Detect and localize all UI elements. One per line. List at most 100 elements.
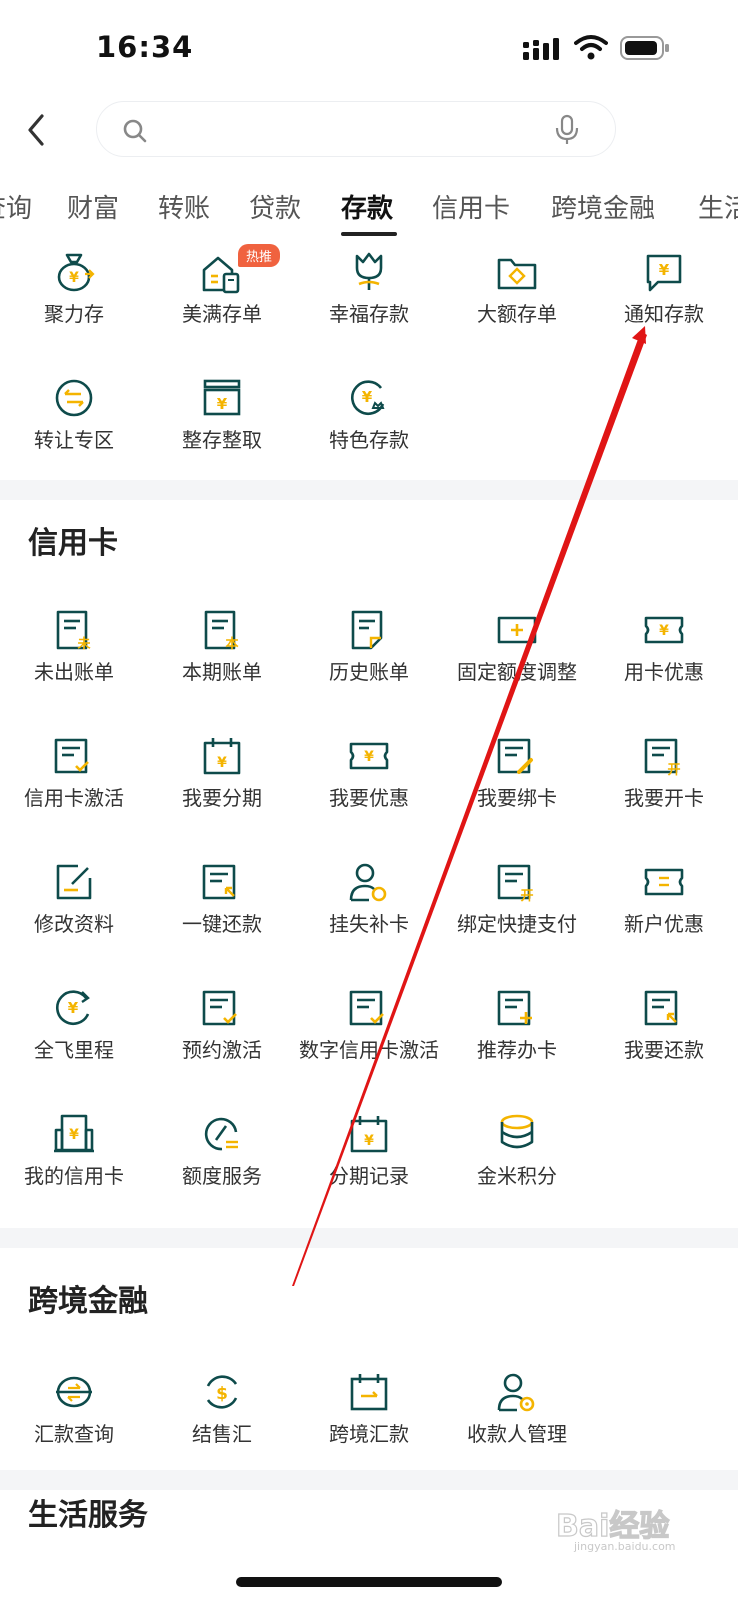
- crossborder-item-remit-query[interactable]: 汇款查询: [0, 1370, 148, 1480]
- calendar-yuan-icon: ¥: [203, 738, 241, 775]
- deposit-item-meiman[interactable]: 热推 美满存单: [148, 244, 296, 360]
- deposit-item-xingfu[interactable]: 幸福存款: [295, 250, 443, 360]
- calendar-yuan-icon: ¥: [350, 1116, 388, 1153]
- tab-life[interactable]: 生活: [698, 188, 738, 225]
- credit-item-23[interactable]: 金米积分: [443, 1112, 591, 1222]
- tab-active-indicator: [341, 232, 397, 236]
- credit-item-3[interactable]: 固定额度调整: [443, 608, 591, 718]
- credit-item-10[interactable]: 修改资料: [0, 860, 148, 970]
- credit-item-21[interactable]: 额度服务: [148, 1112, 296, 1222]
- credit-item-4[interactable]: ¥ 用卡优惠: [590, 608, 738, 718]
- credit-item-6[interactable]: ¥ 我要分期: [148, 734, 296, 844]
- card-open-icon: 开: [644, 738, 681, 778]
- crossborder-item-remit[interactable]: 跨境汇款: [295, 1370, 443, 1480]
- card-plus-icon: [497, 616, 537, 644]
- credit-item-13[interactable]: 开绑定快捷支付: [443, 860, 591, 970]
- credit-item-20[interactable]: ¥ 我的信用卡: [0, 1112, 148, 1222]
- svg-text:未: 未: [76, 636, 91, 652]
- tab-wealth[interactable]: 财富: [67, 188, 119, 225]
- tab-transfer[interactable]: 转账: [158, 188, 210, 225]
- home-indicator[interactable]: [236, 1577, 502, 1587]
- folder-icon: [497, 258, 537, 290]
- tab-loan[interactable]: 贷款: [249, 188, 301, 225]
- deposit-item-tongzhi[interactable]: ¥ 通知存款: [590, 250, 738, 360]
- credit-item-15[interactable]: ¥ 全飞里程: [0, 986, 148, 1096]
- crossborder-item-fx[interactable]: $ 结售汇: [148, 1370, 296, 1480]
- svg-text:开: 开: [520, 889, 533, 904]
- deposit-item-zhuanrang[interactable]: 转让专区: [0, 376, 148, 486]
- hot-badge: 热推: [238, 244, 281, 267]
- svg-text:¥: ¥: [659, 623, 669, 639]
- category-tab-bar: 查询 财富 转账 贷款 存款 信用卡 跨境金融 生活: [0, 176, 738, 248]
- wifi-icon: [574, 35, 608, 60]
- building-yuan-icon: ¥: [54, 1114, 94, 1153]
- deposit-item-dae[interactable]: 大额存单: [443, 250, 591, 360]
- deposit-item-tese[interactable]: ¥ 特色存款: [295, 376, 443, 486]
- history-doc-icon: [351, 610, 383, 650]
- gauge-icon: [204, 1117, 238, 1151]
- svg-text:¥: ¥: [69, 270, 79, 286]
- tab-query[interactable]: 查询: [0, 188, 32, 225]
- status-time: 16:34: [96, 30, 194, 64]
- card-check-icon: [54, 738, 89, 774]
- credit-card-section: 信用卡 未未出账单本本期账单 历史账单 固定额度调整 ¥ 用卡优惠 信用卡激活 ¥ 我要分期 ¥…: [0, 500, 738, 1228]
- credit-item-8[interactable]: 我要绑卡: [443, 734, 591, 844]
- deposit-item-juli[interactable]: ¥ 聚力存: [0, 250, 148, 360]
- microphone-icon[interactable]: [553, 114, 581, 146]
- tab-credit-card[interactable]: 信用卡: [432, 188, 510, 225]
- deposit-section: ¥ 聚力存 热推 美满存单 幸福存款 大额存单 ¥ 通知存款 转让专区 ¥ 整存…: [0, 244, 738, 480]
- cross-border-section: 跨境金融 汇款查询 $ 结售汇 跨境汇款 收款人管理: [0, 1248, 738, 1470]
- credit-item-5[interactable]: 信用卡激活: [0, 734, 148, 844]
- crossborder-item-payee[interactable]: 收款人管理: [443, 1370, 591, 1480]
- credit-card-title: 信用卡: [28, 526, 118, 561]
- bill-doc-icon: 未: [56, 610, 91, 652]
- credit-item-12[interactable]: 挂失补卡: [295, 860, 443, 970]
- credit-item-2[interactable]: 历史账单: [295, 608, 443, 718]
- ticket-yuan-icon: ¥: [644, 616, 684, 644]
- svg-text:¥: ¥: [69, 1127, 79, 1143]
- card-pen-icon: [497, 738, 533, 774]
- battery-icon: [620, 36, 669, 60]
- credit-item-22[interactable]: ¥ 分期记录: [295, 1112, 443, 1222]
- dollar-cycle-icon: $: [206, 1375, 238, 1409]
- money-bag-icon: ¥: [57, 253, 95, 292]
- card-arrow-icon: [644, 990, 678, 1026]
- cross-border-title: 跨境金融: [28, 1284, 148, 1319]
- calendar-transfer-icon: [350, 1374, 388, 1411]
- credit-item-9[interactable]: 开我要开卡: [590, 734, 738, 844]
- ticket-yuan-icon: ¥: [349, 742, 389, 770]
- credit-item-17[interactable]: 数字信用卡激活: [295, 986, 443, 1096]
- card-check-icon: [349, 990, 384, 1026]
- yuan-crown-icon: ¥: [351, 380, 385, 415]
- svg-text:¥: ¥: [362, 388, 373, 406]
- svg-text:¥: ¥: [364, 749, 374, 765]
- card-plus-icon: [497, 990, 532, 1026]
- credit-item-14[interactable]: 新户优惠: [590, 860, 738, 970]
- credit-item-7[interactable]: ¥ 我要优惠: [295, 734, 443, 844]
- credit-item-18[interactable]: 推荐办卡: [443, 986, 591, 1096]
- credit-item-1[interactable]: 本本期账单: [148, 608, 296, 718]
- search-input[interactable]: [96, 101, 616, 157]
- globe-exchange-icon: [56, 1376, 92, 1408]
- tulip-icon: [355, 252, 383, 290]
- svg-text:开: 开: [667, 763, 680, 778]
- card-check-icon: [202, 990, 237, 1026]
- ticket-list-icon: [644, 868, 684, 896]
- coin-stack-icon: [500, 1114, 534, 1149]
- deposit-item-zhengcun[interactable]: ¥ 整存整取: [148, 376, 296, 486]
- plane-yuan-icon: ¥: [56, 990, 90, 1025]
- tab-deposit[interactable]: 存款: [341, 188, 393, 225]
- svg-text:¥: ¥: [364, 1133, 374, 1149]
- credit-item-16[interactable]: 预约激活: [148, 986, 296, 1096]
- transfer-circle-icon: [55, 379, 93, 417]
- life-services-title: 生活服务: [28, 1498, 148, 1533]
- search-icon: [123, 119, 147, 143]
- credit-item-0[interactable]: 未未出账单: [0, 608, 148, 718]
- card-arrow-icon: [202, 864, 236, 900]
- back-arrow-icon[interactable]: [20, 110, 54, 150]
- credit-item-11[interactable]: 一键还款: [148, 860, 296, 970]
- message-yuan-icon: ¥: [646, 254, 682, 292]
- tab-cross-border[interactable]: 跨境金融: [551, 188, 655, 225]
- credit-item-19[interactable]: 我要还款: [590, 986, 738, 1096]
- svg-text:¥: ¥: [217, 755, 227, 771]
